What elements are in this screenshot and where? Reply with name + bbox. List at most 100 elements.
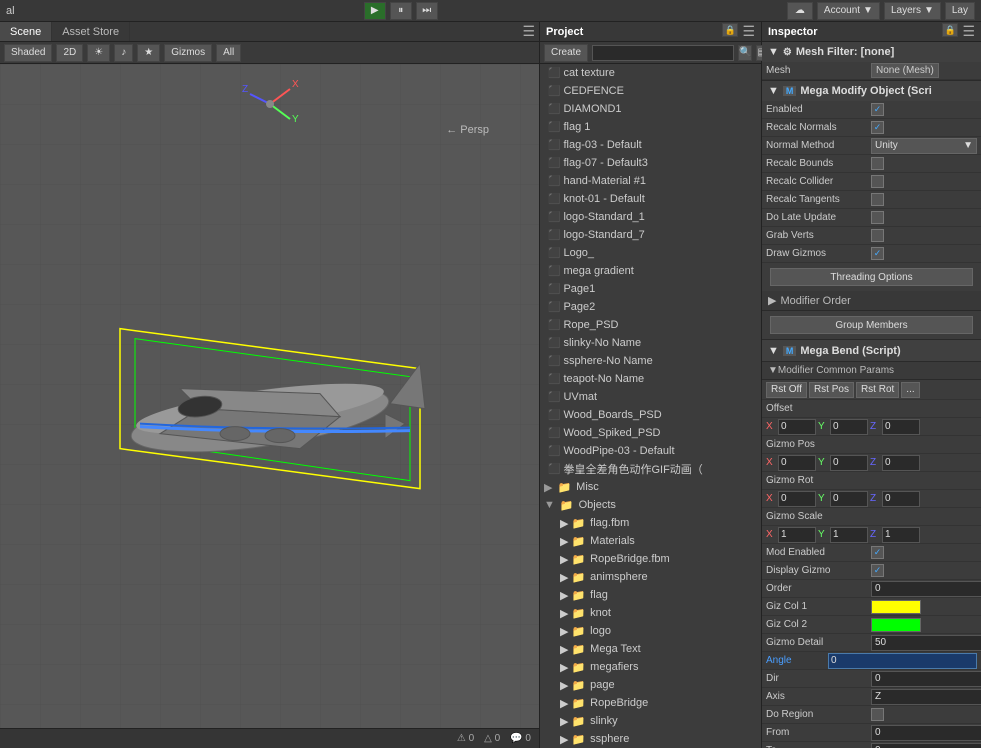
folder-item-megafiers[interactable]: ▶ 📁 megafiers <box>540 658 761 676</box>
tab-asset-store[interactable]: Asset Store <box>52 22 130 41</box>
draw-gizmos-checkbox[interactable] <box>871 247 884 260</box>
offset-z-field[interactable] <box>882 419 920 435</box>
project-menu-icon[interactable]: ☰ <box>742 23 755 40</box>
gizmo-rot-y-field[interactable] <box>830 491 868 507</box>
offset-x-field[interactable] <box>778 419 816 435</box>
normal-method-dropdown[interactable]: Unity ▼ <box>871 138 977 154</box>
folder-item-ssphere[interactable]: ▶ 📁 ssphere <box>540 730 761 748</box>
shading-dropdown[interactable]: Shaded <box>4 44 52 62</box>
giz-col1-swatch[interactable] <box>871 600 921 614</box>
recalc-tangents-checkbox[interactable] <box>871 193 884 206</box>
list-item[interactable]: ⬛ ssphere-No Name <box>540 352 761 370</box>
list-item[interactable]: ⬛ Wood_Spiked_PSD <box>540 424 761 442</box>
from-field[interactable] <box>871 725 981 741</box>
gizmo-rot-z-field[interactable] <box>882 491 920 507</box>
list-item[interactable]: ⬛ Logo_ <box>540 244 761 262</box>
recalc-bounds-checkbox[interactable] <box>871 157 884 170</box>
rst-rot-button[interactable]: Rst Rot <box>856 382 899 398</box>
tab-scene[interactable]: Scene <box>0 22 52 41</box>
order-field[interactable] <box>871 581 981 597</box>
list-item[interactable]: ⬛ flag-07 - Default3 <box>540 154 761 172</box>
gizmo-detail-field[interactable] <box>871 635 981 651</box>
scene-panel-menu-icon[interactable]: ☰ <box>522 23 535 40</box>
folder-item-misc[interactable]: ▶ 📁 Misc <box>540 478 761 496</box>
cloud-button[interactable]: ☁ <box>787 2 813 20</box>
scene-viewport[interactable]: X Y Z ← Persp <box>0 64 539 728</box>
mega-modify-header[interactable]: ▼ M Mega Modify Object (Scri <box>762 81 981 101</box>
gizmo-scale-x-field[interactable] <box>778 527 816 543</box>
folder-item-materials[interactable]: ▶ 📁 Materials <box>540 532 761 550</box>
folder-item-flagfbm[interactable]: ▶ 📁 flag.fbm <box>540 514 761 532</box>
list-item[interactable]: ⬛ Page2 <box>540 298 761 316</box>
rst-extra-button[interactable]: ... <box>901 382 919 398</box>
list-item[interactable]: ⬛ Page1 <box>540 280 761 298</box>
play-button[interactable]: ▶ <box>364 2 386 20</box>
axis-field[interactable] <box>871 689 981 705</box>
folder-item-flag[interactable]: ▶ 📁 flag <box>540 586 761 604</box>
rst-pos-button[interactable]: Rst Pos <box>809 382 854 398</box>
list-item[interactable]: ⬛ Rope_PSD <box>540 316 761 334</box>
list-item[interactable]: ⬛ UVmat <box>540 388 761 406</box>
list-item[interactable]: ⬛ flag-03 - Default <box>540 136 761 154</box>
layers-dropdown[interactable]: Layers ▼ <box>884 2 941 20</box>
folder-item-slinky[interactable]: ▶ 📁 slinky <box>540 712 761 730</box>
gizmo-pos-y-field[interactable] <box>830 455 868 471</box>
folder-item-ropebridgefbm[interactable]: ▶ 📁 RopeBridge.fbm <box>540 550 761 568</box>
list-item[interactable]: ⬛ flag 1 <box>540 118 761 136</box>
gizmo-rot-x-field[interactable] <box>778 491 816 507</box>
project-search[interactable] <box>592 45 734 61</box>
fx-toggle[interactable]: ★ <box>137 44 160 62</box>
list-item[interactable]: ⬛ cat texture <box>540 64 761 82</box>
list-item[interactable]: ⬛ mega gradient <box>540 262 761 280</box>
folder-item-knot[interactable]: ▶ 📁 knot <box>540 604 761 622</box>
grab-verts-checkbox[interactable] <box>871 229 884 242</box>
search-icon[interactable]: 🔍 <box>738 45 752 61</box>
step-button[interactable]: ⏭ <box>416 2 438 20</box>
gizmo-pos-x-field[interactable] <box>778 455 816 471</box>
threading-options-button[interactable]: Threading Options <box>770 268 973 286</box>
dir-field[interactable] <box>871 671 981 687</box>
recalc-normals-checkbox[interactable] <box>871 121 884 134</box>
project-lock-icon[interactable]: 🔒 <box>722 23 738 37</box>
list-item[interactable]: ⬛ slinky-No Name <box>540 334 761 352</box>
lighting-toggle[interactable]: ☀ <box>87 44 110 62</box>
mod-enabled-checkbox[interactable] <box>871 546 884 559</box>
giz-col2-swatch[interactable] <box>871 618 921 632</box>
list-item[interactable]: ⬛ DIAMOND1 <box>540 100 761 118</box>
list-item[interactable]: ⬛ logo-Standard_7 <box>540 226 761 244</box>
to-field[interactable] <box>871 743 981 748</box>
pause-button[interactable]: ⏸ <box>390 2 412 20</box>
list-item[interactable]: ⬛ knot-01 - Default <box>540 190 761 208</box>
list-item[interactable]: ⬛ hand-Material #1 <box>540 172 761 190</box>
all-dropdown[interactable]: All <box>216 44 241 62</box>
folder-item-megatext[interactable]: ▶ 📁 Mega Text <box>540 640 761 658</box>
display-gizmo-checkbox[interactable] <box>871 564 884 577</box>
enabled-checkbox[interactable] <box>871 103 884 116</box>
folder-item-animsphere[interactable]: ▶ 📁 animsphere <box>540 568 761 586</box>
do-late-update-checkbox[interactable] <box>871 211 884 224</box>
mega-bend-header[interactable]: ▼ M Mega Bend (Script) <box>762 340 981 362</box>
do-region-checkbox[interactable] <box>871 708 884 721</box>
folder-item-logo[interactable]: ▶ 📁 logo <box>540 622 761 640</box>
gizmo-scale-y-field[interactable] <box>830 527 868 543</box>
list-item[interactable]: ⬛ CEDFENCE <box>540 82 761 100</box>
recalc-collider-checkbox[interactable] <box>871 175 884 188</box>
angle-field[interactable] <box>828 653 977 669</box>
gizmo-pos-z-field[interactable] <box>882 455 920 471</box>
list-item[interactable]: ⬛ Wood_Boards_PSD <box>540 406 761 424</box>
folder-item-objects[interactable]: ▼ 📁 Objects <box>540 496 761 514</box>
offset-y-field[interactable] <box>830 419 868 435</box>
gizmo-scale-z-field[interactable] <box>882 527 920 543</box>
create-button[interactable]: Create <box>544 44 588 62</box>
account-dropdown[interactable]: Account ▼ <box>817 2 880 20</box>
list-item[interactable]: ⬛ WoodPipe-03 - Default <box>540 442 761 460</box>
modifier-order-header[interactable]: ▶ Modifier Order <box>762 291 981 311</box>
2d-toggle[interactable]: 2D <box>56 44 83 62</box>
audio-toggle[interactable]: ♪ <box>114 44 133 62</box>
group-members-button[interactable]: Group Members <box>770 316 973 334</box>
inspector-menu-icon[interactable]: ☰ <box>962 23 975 40</box>
folder-item-page[interactable]: ▶ 📁 page <box>540 676 761 694</box>
gizmos-dropdown[interactable]: Gizmos <box>164 44 212 62</box>
mesh-filter-header[interactable]: ▼ ⚙ Mesh Filter: [none] <box>762 42 981 62</box>
rst-off-button[interactable]: Rst Off <box>766 382 807 398</box>
